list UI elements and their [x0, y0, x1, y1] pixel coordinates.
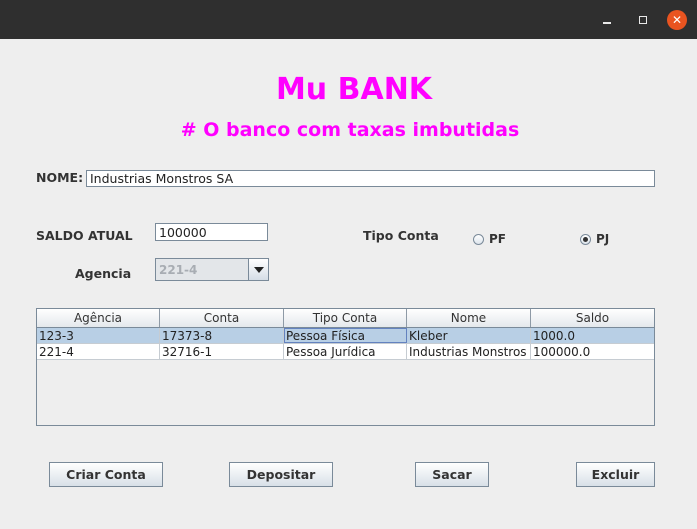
- radio-pf-indicator: [473, 233, 484, 245]
- radio-pf[interactable]: PF: [473, 232, 506, 246]
- tipo-conta-label: Tipo Conta: [363, 228, 439, 243]
- sacar-button[interactable]: Sacar: [415, 462, 489, 487]
- table-cell[interactable]: 123-3: [37, 328, 160, 343]
- column-header-nome[interactable]: Nome: [407, 309, 531, 327]
- maximize-icon: [639, 16, 647, 24]
- minimize-button[interactable]: [597, 10, 617, 30]
- column-header-agencia[interactable]: Agência: [37, 309, 160, 327]
- table-cell[interactable]: 221-4: [37, 344, 160, 359]
- saldo-label: SALDO ATUAL: [36, 228, 133, 243]
- table-header: Agência Conta Tipo Conta Nome Saldo: [37, 309, 654, 328]
- radio-pj-indicator: [580, 233, 591, 245]
- agencia-label: Agencia: [75, 266, 132, 281]
- column-header-tipo-conta[interactable]: Tipo Conta: [284, 309, 407, 327]
- table-cell[interactable]: Kleber: [407, 328, 531, 343]
- table-cell[interactable]: Industrias Monstros SA: [407, 344, 531, 359]
- table-cell[interactable]: 32716-1: [160, 344, 284, 359]
- chevron-down-icon: [253, 266, 264, 273]
- close-button[interactable]: ✕: [667, 10, 687, 30]
- nome-label: NOME:: [36, 170, 84, 185]
- agencia-dropdown-button[interactable]: [248, 259, 268, 280]
- table-cell[interactable]: 17373-8: [160, 328, 284, 343]
- radio-pj[interactable]: PJ: [580, 232, 609, 246]
- depositar-button[interactable]: Depositar: [229, 462, 333, 487]
- excluir-button[interactable]: Excluir: [576, 462, 655, 487]
- maximize-button[interactable]: [633, 10, 653, 30]
- column-header-conta[interactable]: Conta: [160, 309, 284, 327]
- agencia-selected-value: 221-4: [159, 262, 198, 277]
- criar-conta-button[interactable]: Criar Conta: [49, 462, 163, 487]
- table-cell[interactable]: Pessoa Física: [284, 328, 407, 343]
- radio-pj-label: PJ: [596, 232, 610, 246]
- saldo-input[interactable]: 100000: [155, 223, 268, 241]
- table-cell[interactable]: 1000.0: [531, 328, 654, 343]
- minimize-icon: [603, 22, 611, 24]
- agencia-combobox[interactable]: 221-4: [155, 258, 269, 281]
- table-row[interactable]: 221-4 32716-1 Pessoa Jurídica Industrias…: [37, 344, 654, 360]
- column-header-saldo[interactable]: Saldo: [531, 309, 654, 327]
- radio-pf-label: PF: [489, 232, 506, 246]
- app-title: Mu BANK: [275, 72, 433, 107]
- accounts-table[interactable]: Agência Conta Tipo Conta Nome Saldo 123-…: [36, 308, 655, 426]
- window-titlebar: ✕: [0, 0, 697, 39]
- app-subtitle: # O banco com taxas imbutidas: [180, 119, 520, 141]
- close-icon: ✕: [671, 13, 683, 27]
- table-cell[interactable]: Pessoa Jurídica: [284, 344, 407, 359]
- table-row[interactable]: 123-3 17373-8 Pessoa Física Kleber 1000.…: [37, 328, 654, 344]
- nome-input[interactable]: Industrias Monstros SA: [86, 170, 655, 187]
- table-cell[interactable]: 100000.0: [531, 344, 654, 359]
